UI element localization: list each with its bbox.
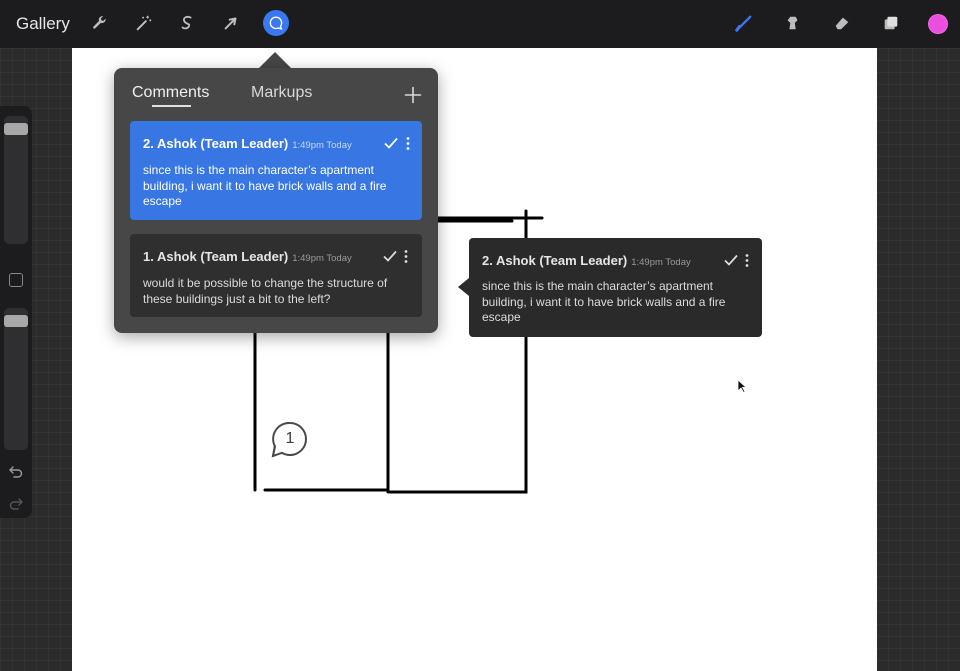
eraser-icon[interactable] — [829, 10, 855, 36]
opacity-handle[interactable] — [4, 315, 28, 327]
modify-button[interactable] — [9, 273, 23, 287]
active-tab-indicator — [152, 105, 191, 107]
popover-author: 2. Ashok (Team Leader) — [482, 253, 628, 268]
arrow-cursor-icon[interactable] — [218, 10, 244, 36]
more-options-icon[interactable] — [745, 254, 749, 267]
brush-icon[interactable] — [731, 10, 757, 36]
tab-comments[interactable]: Comments — [132, 84, 209, 102]
top-toolbar: Gallery — [0, 0, 960, 48]
redo-icon[interactable] — [8, 495, 24, 511]
opacity-slider[interactable] — [4, 308, 28, 450]
comment-author-line: 2. Ashok (Team Leader) 1:49pm Today — [143, 136, 352, 151]
speech-bubble-icon[interactable] — [263, 10, 289, 36]
brush-size-handle[interactable] — [4, 123, 28, 135]
comment-body: since this is the main character’s apart… — [143, 163, 387, 208]
comment-marker-number: 1 — [285, 430, 295, 447]
brush-size-slider[interactable] — [4, 116, 28, 244]
left-sidebar — [0, 106, 32, 518]
add-comment-icon[interactable] — [404, 86, 422, 104]
comment-author-line: 1. Ashok (Team Leader) 1:49pm Today — [143, 249, 352, 264]
comment-author: 1. Ashok (Team Leader) — [143, 249, 289, 264]
comment-card-selected[interactable]: 2. Ashok (Team Leader) 1:49pm Today since… — [130, 121, 422, 220]
resolve-check-icon[interactable] — [383, 250, 397, 262]
selection-s-icon[interactable] — [174, 10, 200, 36]
tab-markups[interactable]: Markups — [251, 84, 312, 102]
comment-time: 1:49pm Today — [292, 253, 352, 264]
more-options-icon[interactable] — [406, 137, 410, 150]
popover-body: since this is the main character’s apart… — [482, 279, 726, 324]
mouse-cursor-icon — [737, 379, 747, 393]
comments-panel: Comments Markups 2. Ashok (Team Leader) 1… — [114, 68, 438, 333]
wrench-icon[interactable] — [87, 10, 113, 36]
resolve-check-icon[interactable] — [724, 254, 738, 266]
popover-time: 1:49pm Today — [631, 257, 691, 268]
comment-body: would it be possible to change the struc… — [143, 276, 388, 306]
color-picker-swatch[interactable] — [928, 14, 948, 34]
panel-pointer — [258, 52, 292, 69]
magic-wand-icon[interactable] — [131, 10, 157, 36]
popover-pointer — [458, 278, 469, 296]
more-options-icon[interactable] — [404, 250, 408, 263]
undo-icon[interactable] — [8, 463, 24, 479]
comment-time: 1:49pm Today — [292, 140, 352, 151]
resolve-check-icon[interactable] — [384, 137, 398, 149]
layers-icon[interactable] — [878, 10, 904, 36]
popover-author-line: 2. Ashok (Team Leader) 1:49pm Today — [482, 253, 691, 268]
gallery-button[interactable]: Gallery — [16, 14, 70, 34]
comment-card[interactable]: 1. Ashok (Team Leader) 1:49pm Today would… — [130, 234, 422, 317]
comment-popover[interactable]: 2. Ashok (Team Leader) 1:49pm Today since… — [469, 238, 762, 337]
smudge-icon[interactable] — [780, 10, 806, 36]
comment-author: 2. Ashok (Team Leader) — [143, 136, 289, 151]
